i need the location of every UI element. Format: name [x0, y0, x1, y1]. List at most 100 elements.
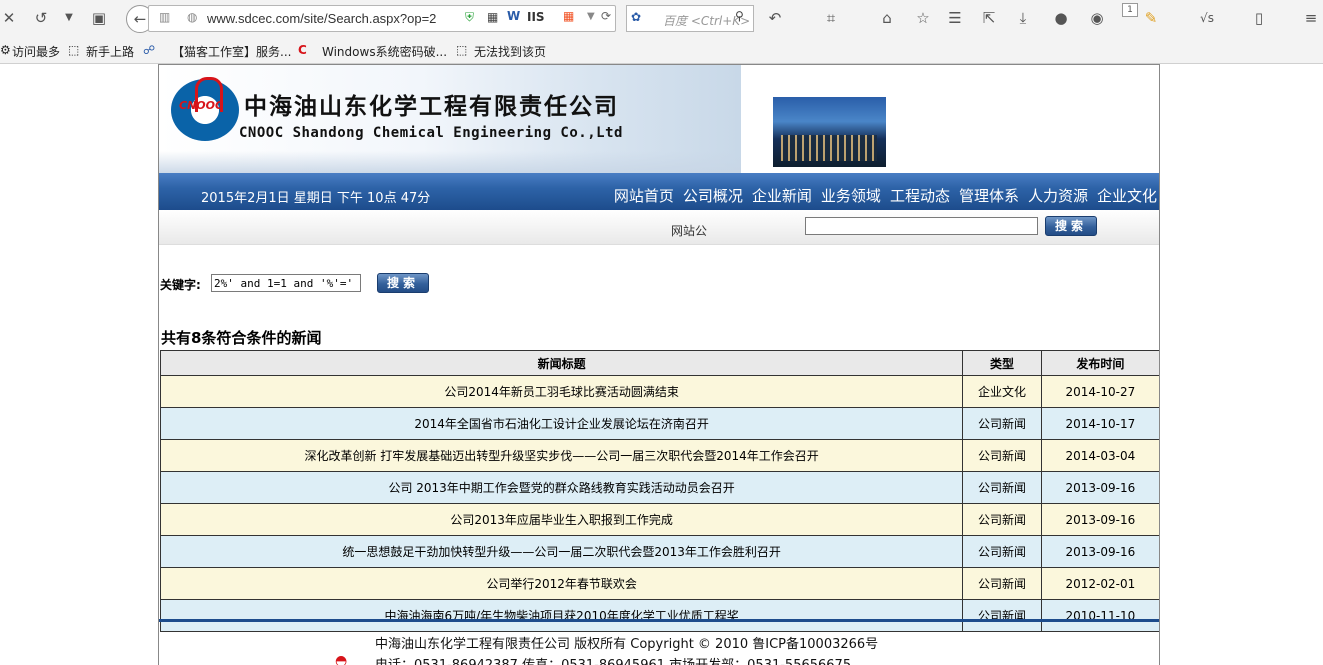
nav-home[interactable]: 网站首页 [614, 187, 674, 205]
news-title-link[interactable]: 中海油海南6万吨/年生物柴油项目获2010年度化学工业优质工程奖 [159, 599, 964, 632]
tabs-icon[interactable]: ▥ [159, 10, 170, 24]
news-type: 公司新闻 [962, 599, 1042, 632]
nav-about[interactable]: 公司概况 [683, 187, 743, 205]
nav-projects[interactable]: 工程动态 [890, 187, 950, 205]
nav-management[interactable]: 管理体系 [959, 187, 1019, 205]
news-title-link[interactable]: 统一思想鼓足干劲加快转型升级——公司一届二次职代会暨2013年工作会胜利召开 [159, 535, 964, 568]
news-title-link[interactable]: 深化改革创新 打牢发展基础迈出转型升级坚实步伐——公司一届三次职代会暨2014年… [159, 439, 964, 472]
bookmark-windows[interactable]: Windows系统密码破... [322, 43, 447, 60]
search-icon[interactable]: ⚲ [735, 9, 744, 23]
news-title-link[interactable]: 公司2014年新员工羽毛球比赛活动圆满结束 [159, 375, 964, 408]
download-icon[interactable]: ⤓ [1014, 9, 1032, 27]
news-date: 2014-10-17 [1041, 407, 1159, 440]
crop-icon[interactable]: ⌗ [822, 9, 840, 27]
table-row: 公司举行2012年春节联欢会 公司新闻 2012-02-01 [159, 567, 1159, 600]
url-text[interactable]: www.sdcec.com/site/Search.aspx?op=2 [207, 11, 436, 26]
news-type: 公司新闻 [962, 407, 1042, 440]
iis-label[interactable]: IIS [527, 10, 545, 24]
bookmark-not-found[interactable]: 无法找到该页 [474, 43, 546, 60]
column-header-title: 新闻标题 [159, 350, 964, 376]
word-icon[interactable]: W [507, 9, 520, 23]
news-type: 公司新闻 [962, 503, 1042, 536]
sidebar-icon[interactable]: ▯ [1250, 9, 1268, 27]
news-date: 2014-10-27 [1041, 375, 1159, 408]
undo-icon[interactable]: ↶ [766, 9, 784, 27]
news-type: 公司新闻 [962, 439, 1042, 472]
windows-icon[interactable]: ▦ [563, 9, 574, 23]
shield-icon[interactable]: ⛨ [465, 10, 474, 25]
nav-bar: 2015年2月1日 星期日 下午 10点 47分 网站首页 公司概况 企业新闻 业务领… [159, 173, 1159, 210]
news-type: 公司新闻 [962, 567, 1042, 600]
keyword-input[interactable]: 2%' and 1=1 and '%'=' [211, 274, 361, 292]
close-icon[interactable]: ✕ [0, 9, 18, 27]
bookmark-icon: ⬚ [68, 43, 80, 57]
chevron-down-icon[interactable]: ▼ [60, 9, 78, 27]
news-date: 2014-03-04 [1041, 439, 1159, 472]
footer-copyright: 中海油山东化学工程有限责任公司 版权所有 Copyright © 2010 鲁I… [375, 637, 879, 652]
table-row: 深化改革创新 打牢发展基础迈出转型升级坚实步伐——公司一届三次职代会暨2014年… [159, 439, 1159, 472]
news-type: 公司新闻 [962, 471, 1042, 504]
news-date: 2013-09-16 [1041, 535, 1159, 568]
nav-news[interactable]: 企业新闻 [752, 187, 812, 205]
site-search-input[interactable] [805, 217, 1038, 235]
table-row: 公司2014年新员工羽毛球比赛活动圆满结束 企业文化 2014-10-27 [159, 375, 1159, 408]
history-icon[interactable]: ↺ [32, 9, 50, 27]
extension-icon[interactable]: ✎ [1142, 9, 1160, 27]
table-row: 公司2013年应届毕业生入职报到工作完成 公司新闻 2013-09-16 [159, 503, 1159, 536]
current-datetime: 2015年2月1日 星期日 下午 10点 47分 [201, 191, 431, 206]
baidu-icon[interactable]: ✿ [631, 10, 641, 24]
site-search-bar: 网站公 搜索 [159, 210, 1159, 245]
notification-badge[interactable]: 1 [1122, 3, 1138, 17]
news-title-link[interactable]: 公司 2013年中期工作会暨党的群众路线教育实践活动动员会召开 [159, 471, 964, 504]
header-photo [773, 97, 886, 167]
company-name-cn: 中海油山东化学工程有限责任公司 [244, 94, 619, 120]
chevron-down-icon[interactable]: ▼ [587, 11, 595, 22]
web-page: CNOOC 中海油山东化学工程有限责任公司 CNOOC Shandong Che… [158, 64, 1160, 665]
news-type: 企业文化 [962, 375, 1042, 408]
bookmark-maoke[interactable]: 【猫客工作室】服务... [172, 43, 291, 60]
site-search-button[interactable]: 搜索 [1045, 216, 1097, 236]
home-icon[interactable]: ⌂ [878, 9, 896, 27]
nav-business[interactable]: 业务领域 [821, 187, 881, 205]
nav-culture[interactable]: 企业文化 [1097, 187, 1157, 205]
bookmark-icon: ⚙ [0, 43, 11, 57]
footer-contact: 电话：0531-86942387 传真：0531-86945961 市场开发部：… [375, 654, 851, 665]
user-icon[interactable]: ● [1052, 9, 1070, 27]
news-type: 公司新闻 [962, 535, 1042, 568]
bookmark-getting-started[interactable]: 新手上路 [86, 43, 134, 60]
logo-text: CNOOC [179, 99, 224, 112]
address-bar[interactable]: ▥ ◍ www.sdcec.com/site/Search.aspx?op=2 … [148, 5, 616, 32]
header-banner: CNOOC 中海油山东化学工程有限责任公司 CNOOC Shandong Che… [159, 65, 741, 173]
search-box[interactable]: ✿ 百度 <Ctrl+K> ⚲ [626, 5, 754, 32]
bookmark-most-visited[interactable]: 访问最多 [12, 43, 60, 60]
table-row: 2014年全国省市石油化工设计企业发展论坛在济南召开 公司新闻 2014-10-… [159, 407, 1159, 440]
table-row: 统一思想鼓足干劲加快转型升级——公司一届二次职代会暨2013年工作会胜利召开 公… [159, 535, 1159, 568]
reload-icon[interactable]: ⟳ [601, 9, 611, 23]
menu-icon[interactable]: ≡ [1302, 9, 1320, 27]
browser-toolbar: ✕ ↺ ▼ ▣ ← ▥ ◍ www.sdcec.com/site/Search.… [0, 0, 1323, 38]
devtools-icon[interactable]: √s [1198, 9, 1216, 27]
footer-divider [159, 619, 1159, 622]
globe-icon: ◍ [187, 10, 198, 24]
screenshot-icon[interactable]: ▣ [90, 9, 108, 27]
news-date: 2013-09-16 [1041, 471, 1159, 504]
qr-icon[interactable]: ▦ [487, 10, 498, 24]
nav-hr[interactable]: 人力资源 [1028, 187, 1088, 205]
bookmarks-bar: ⚙ 访问最多 ⬚ 新手上路 ☍ 【猫客工作室】服务... C Windows系统… [0, 38, 1323, 64]
news-date: 2013-09-16 [1041, 503, 1159, 536]
addon-icon[interactable]: ◉ [1088, 9, 1106, 27]
keyword-search-button[interactable]: 搜索 [377, 273, 429, 293]
bookmark-icon: C [298, 43, 307, 57]
news-title-link[interactable]: 2014年全国省市石油化工设计企业发展论坛在济南召开 [159, 407, 964, 440]
share-icon[interactable]: ⇱ [980, 9, 998, 27]
company-name-en: CNOOC Shandong Chemical Engineering Co.,… [239, 125, 623, 141]
column-header-type: 类型 [962, 350, 1042, 376]
nav-links: 网站首页 公司概况 企业新闻 业务领域 工程动态 管理体系 人力资源 企业文化 [605, 185, 1157, 206]
column-header-date: 发布时间 [1040, 350, 1159, 376]
news-title-link[interactable]: 公司2013年应届毕业生入职报到工作完成 [159, 503, 964, 536]
star-icon[interactable]: ☆ [914, 9, 932, 27]
table-row: 中海油海南6万吨/年生物柴油项目获2010年度化学工业优质工程奖 公司新闻 20… [159, 599, 1159, 632]
reader-icon[interactable]: ☰ [946, 9, 964, 27]
table-row: 公司 2013年中期工作会暨党的群众路线教育实践活动动员会召开 公司新闻 201… [159, 471, 1159, 504]
news-title-link[interactable]: 公司举行2012年春节联欢会 [159, 567, 964, 600]
